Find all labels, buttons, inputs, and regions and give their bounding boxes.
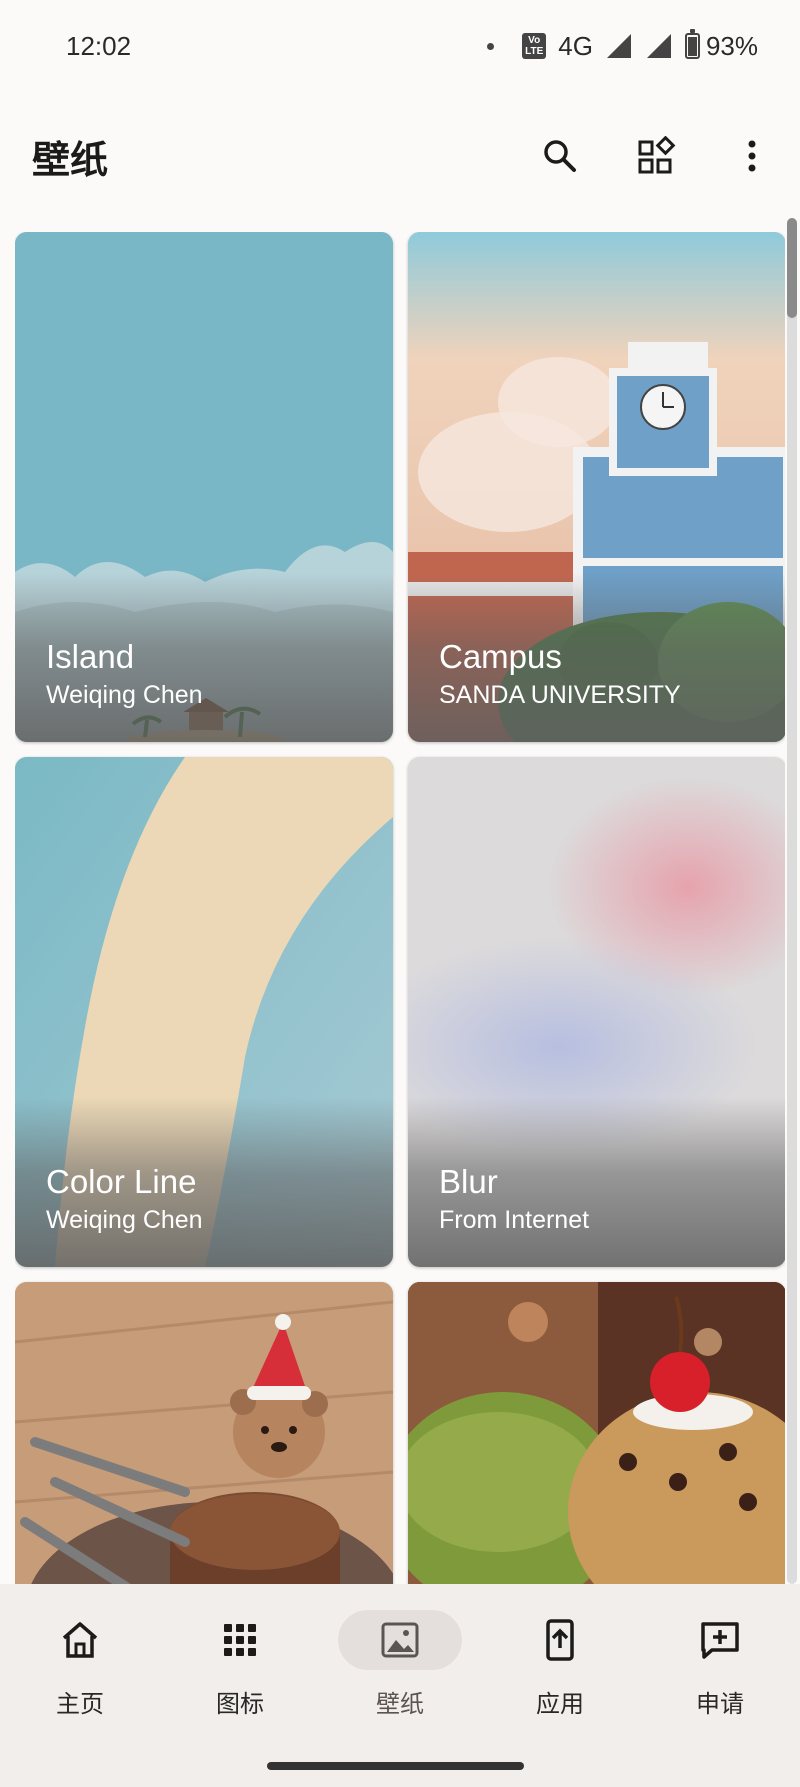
- wallpaper-card-campus[interactable]: Campus SANDA UNIVERSITY: [408, 232, 785, 742]
- nav-icon-container: [178, 1610, 302, 1670]
- apps-grid-icon: [224, 1624, 256, 1656]
- status-time: 12:02: [66, 30, 132, 61]
- wallpaper-thumbnail: [15, 1282, 393, 1584]
- volte-icon: Vo LTE: [522, 33, 547, 59]
- wallpaper-title: Island: [46, 638, 135, 675]
- wallpaper-thumbnail: [408, 1282, 785, 1584]
- bottom-navigation: 主页 图标 壁纸 应用 申请: [0, 1584, 800, 1787]
- home-indicator[interactable]: [267, 1762, 524, 1770]
- home-icon: [62, 1622, 98, 1658]
- status-icons: Vo LTE 4G 93%: [487, 29, 758, 62]
- app-bar: 壁纸: [0, 108, 800, 204]
- wallpaper-author: Weiqing Chen: [46, 1206, 203, 1234]
- wallpaper-card-dessert[interactable]: [408, 1282, 785, 1584]
- scrollbar-thumb[interactable]: [787, 218, 797, 318]
- app-bar-actions: [534, 130, 778, 182]
- request-icon: [701, 1622, 739, 1659]
- nav-item-wallpapers[interactable]: 壁纸: [335, 1610, 465, 1730]
- nav-icon-container: [338, 1610, 462, 1670]
- nav-item-apps[interactable]: 应用: [495, 1610, 625, 1730]
- wallpaper-author: SANDA UNIVERSITY: [439, 681, 681, 709]
- notification-dot-icon: [487, 42, 495, 50]
- wallpaper-card-island[interactable]: Island Weiqing Chen: [15, 232, 393, 742]
- page-title: 壁纸: [32, 139, 109, 182]
- nav-label: 申请: [696, 1691, 744, 1718]
- battery: 93%: [684, 29, 758, 62]
- nav-label: 壁纸: [376, 1691, 424, 1718]
- wallpaper-grid: Island Weiqing Chen Campus SANDA UNIVERS…: [15, 232, 785, 1584]
- nav-item-request[interactable]: 申请: [655, 1610, 785, 1730]
- signal-icon: [606, 34, 631, 58]
- wallpaper-card-blur[interactable]: Blur From Internet: [408, 757, 785, 1267]
- wallpaper-title: Color Line: [46, 1163, 197, 1200]
- wallpaper-title: Campus: [439, 638, 562, 675]
- nav-item-icons[interactable]: 图标: [175, 1610, 305, 1730]
- wallpaper-title: Blur: [439, 1163, 498, 1200]
- wallpaper-author: From Internet: [439, 1206, 590, 1234]
- nav-icon-container: [18, 1610, 142, 1670]
- image-icon: [381, 1622, 419, 1658]
- scrollbar[interactable]: [787, 218, 797, 1584]
- wallpaper-author: Weiqing Chen: [46, 681, 203, 709]
- search-icon: [544, 140, 576, 172]
- nav-item-home[interactable]: 主页: [15, 1610, 145, 1730]
- wallpaper-card-color-line[interactable]: Color Line Weiqing Chen: [15, 757, 393, 1267]
- widgets-icon: [638, 136, 676, 174]
- search-button[interactable]: [534, 130, 586, 182]
- battery-level: 93%: [705, 30, 758, 61]
- nav-icon-container: [658, 1610, 782, 1670]
- app-upload-icon: [546, 1619, 574, 1661]
- battery-icon: [684, 29, 700, 59]
- status-bar: 12:02 Vo LTE 4G 93%: [0, 0, 800, 92]
- nav-label: 主页: [56, 1691, 104, 1718]
- more-options-button[interactable]: [726, 130, 778, 182]
- nav-label: 应用: [536, 1691, 584, 1718]
- wallpaper-card-bear-dessert[interactable]: [15, 1282, 393, 1584]
- network-type: 4G: [558, 30, 593, 61]
- nav-label: 图标: [216, 1691, 264, 1718]
- signal-icon: [646, 34, 671, 58]
- widgets-button[interactable]: [630, 130, 682, 182]
- more-vert-icon: [748, 140, 756, 172]
- nav-icon-container: [498, 1610, 622, 1670]
